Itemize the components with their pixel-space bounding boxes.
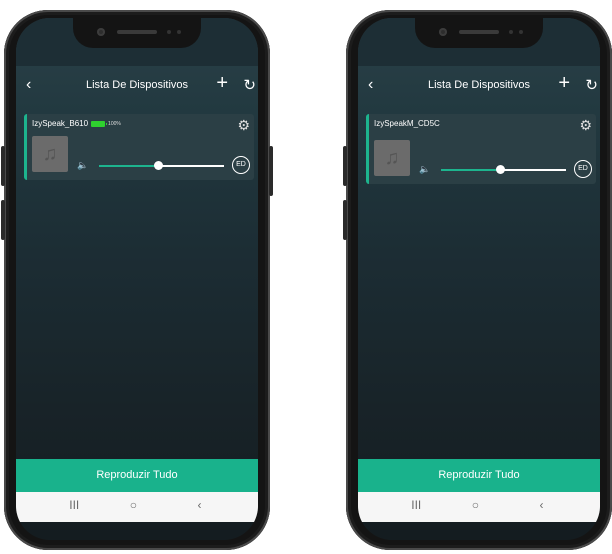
recent-apps-icon[interactable]: III <box>69 498 79 512</box>
phone-side-button <box>1 146 5 186</box>
phone-screen: ‹ Lista De Dispositivos + ↻ IzySpeak_B61… <box>16 18 258 540</box>
device-name-row: IzySpeakM_CD5C <box>374 119 440 128</box>
device-name-row: IzySpeak_B610 100% <box>32 119 121 128</box>
album-art[interactable]: ♫ <box>32 136 68 172</box>
volume-slider-knob[interactable] <box>153 161 163 170</box>
music-note-icon: ♫ <box>42 143 58 165</box>
album-art[interactable]: ♫ <box>374 140 410 176</box>
phone-side-button <box>343 146 347 186</box>
play-all-button[interactable]: Reproduzir Tudo <box>358 459 600 492</box>
volume-slider[interactable] <box>99 161 224 170</box>
app-header: ‹ Lista De Dispositivos + ↻ <box>358 70 600 102</box>
earpiece-speaker <box>117 30 157 34</box>
recent-apps-icon[interactable]: III <box>411 498 421 512</box>
sensor-dot <box>519 30 523 34</box>
sensor-dot <box>509 30 513 34</box>
nav-back-icon[interactable]: ‹ <box>540 498 544 512</box>
nav-back-icon[interactable]: ‹ <box>198 498 202 512</box>
front-camera <box>97 28 105 36</box>
add-device-icon[interactable]: + <box>558 72 570 95</box>
earpiece-speaker <box>459 30 499 34</box>
volume-slider-fill <box>441 169 500 171</box>
system-nav-bar: III ○ ‹ <box>16 492 258 522</box>
phone-side-button <box>343 200 347 240</box>
music-note-icon: ♫ <box>384 147 400 169</box>
settings-gear-icon[interactable]: ⚙ <box>579 117 592 134</box>
volume-slider-knob[interactable] <box>495 165 505 174</box>
refresh-icon[interactable]: ↻ <box>243 76 256 94</box>
volume-slider[interactable] <box>441 165 566 174</box>
add-device-icon[interactable]: + <box>216 72 228 95</box>
device-card[interactable]: IzySpeak_B610 100% ⚙ ♫ 🔈 ED <box>24 114 254 180</box>
phone-side-button <box>1 200 5 240</box>
sensor-dot <box>167 30 171 34</box>
app-header: ‹ Lista De Dispositivos + ↻ <box>16 70 258 102</box>
volume-icon: 🔈 <box>419 164 431 174</box>
sensor-dot <box>177 30 181 34</box>
ed-button[interactable]: ED <box>232 156 250 174</box>
home-icon[interactable]: ○ <box>472 498 479 512</box>
front-camera <box>439 28 447 36</box>
camera-notch <box>73 18 201 48</box>
device-name: IzySpeakM_CD5C <box>374 119 440 128</box>
phone-screen: ‹ Lista De Dispositivos + ↻ IzySpeakM_CD… <box>358 18 600 540</box>
home-icon[interactable]: ○ <box>130 498 137 512</box>
ed-button[interactable]: ED <box>574 160 592 178</box>
volume-slider-fill <box>99 165 158 167</box>
settings-gear-icon[interactable]: ⚙ <box>237 117 250 134</box>
device-name: IzySpeak_B610 <box>32 119 89 128</box>
phone-frame-left: ‹ Lista De Dispositivos + ↻ IzySpeak_B61… <box>1 10 273 550</box>
phone-frame-right: ‹ Lista De Dispositivos + ↻ IzySpeakM_CD… <box>343 10 612 550</box>
phone-power-button <box>269 146 273 196</box>
battery-icon <box>91 120 108 127</box>
refresh-icon[interactable]: ↻ <box>585 76 598 94</box>
battery-percent: 100% <box>108 120 121 127</box>
camera-notch <box>415 18 543 48</box>
system-nav-bar: III ○ ‹ <box>358 492 600 522</box>
play-all-button[interactable]: Reproduzir Tudo <box>16 459 258 492</box>
device-card[interactable]: IzySpeakM_CD5C ⚙ ♫ 🔈 ED <box>366 114 596 184</box>
volume-icon: 🔈 <box>77 160 89 170</box>
